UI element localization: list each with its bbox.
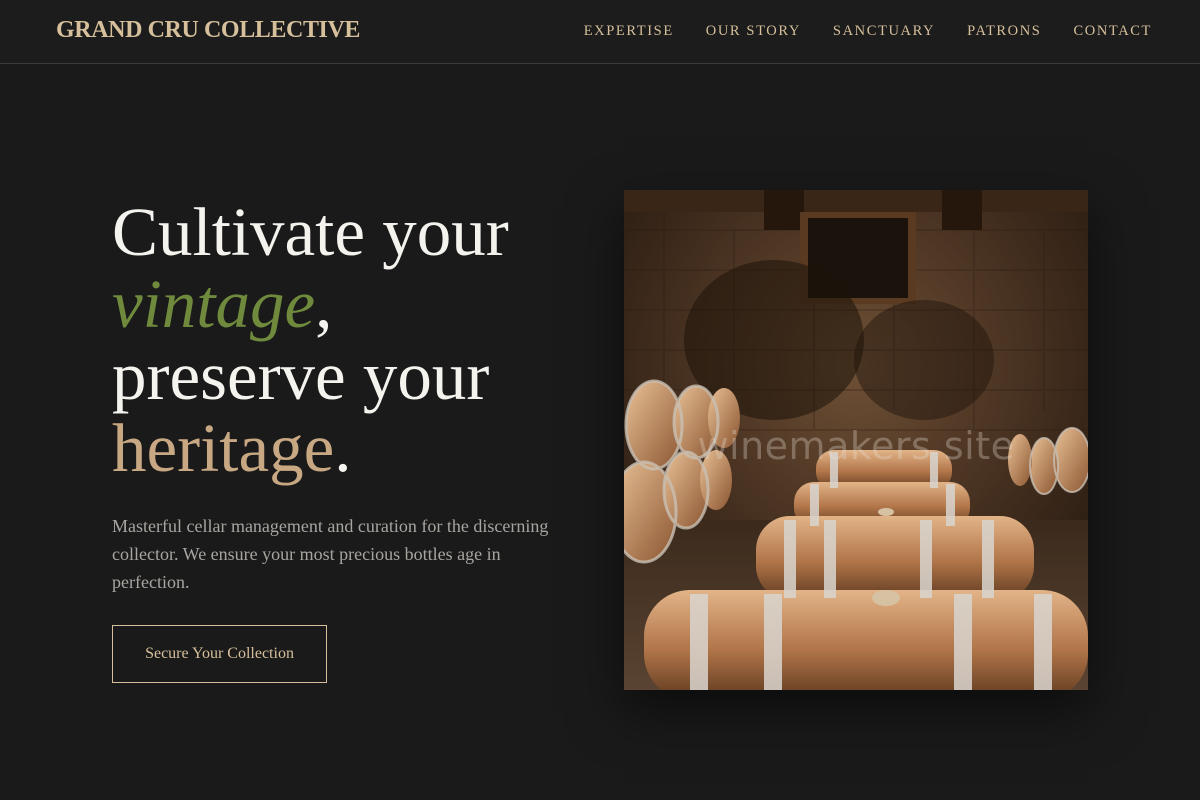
secure-collection-button[interactable]: Secure Your Collection	[112, 625, 327, 683]
headline-comma: ,	[315, 266, 333, 342]
nav-link-patrons[interactable]: PATRONS	[967, 23, 1041, 40]
wine-barrels-illustration	[624, 190, 1088, 690]
wine-cellar-photo: winemakers site	[624, 190, 1088, 690]
headline-line-4: heritage.	[112, 412, 572, 484]
nav-link-our-story[interactable]: OUR STORY	[706, 23, 801, 40]
headline-line-1: Cultivate your	[112, 194, 509, 270]
headline-line-2: vintage,	[112, 268, 572, 340]
top-navigation-bar: GRAND CRU COLLECTIVE EXPERTISE OUR STORY…	[0, 0, 1200, 64]
nav-link-expertise[interactable]: EXPERTISE	[584, 23, 674, 40]
hero-headline: Cultivate your vintage, preserve your he…	[112, 196, 572, 484]
headline-period: .	[334, 410, 352, 486]
brand-logo-text[interactable]: GRAND CRU COLLECTIVE	[56, 17, 360, 44]
hero-text-block: Cultivate your vintage, preserve your he…	[112, 196, 572, 596]
headline-line-3: preserve your	[112, 338, 490, 414]
headline-emphasis-heritage: heritage	[112, 410, 335, 486]
headline-emphasis-vintage: vintage	[112, 266, 316, 342]
nav-link-contact[interactable]: CONTACT	[1073, 23, 1152, 40]
hero-description: Masterful cellar management and curation…	[112, 516, 549, 592]
nav-link-sanctuary[interactable]: SANCTUARY	[833, 23, 935, 40]
main-nav: EXPERTISE OUR STORY SANCTUARY PATRONS CO…	[584, 0, 1152, 63]
